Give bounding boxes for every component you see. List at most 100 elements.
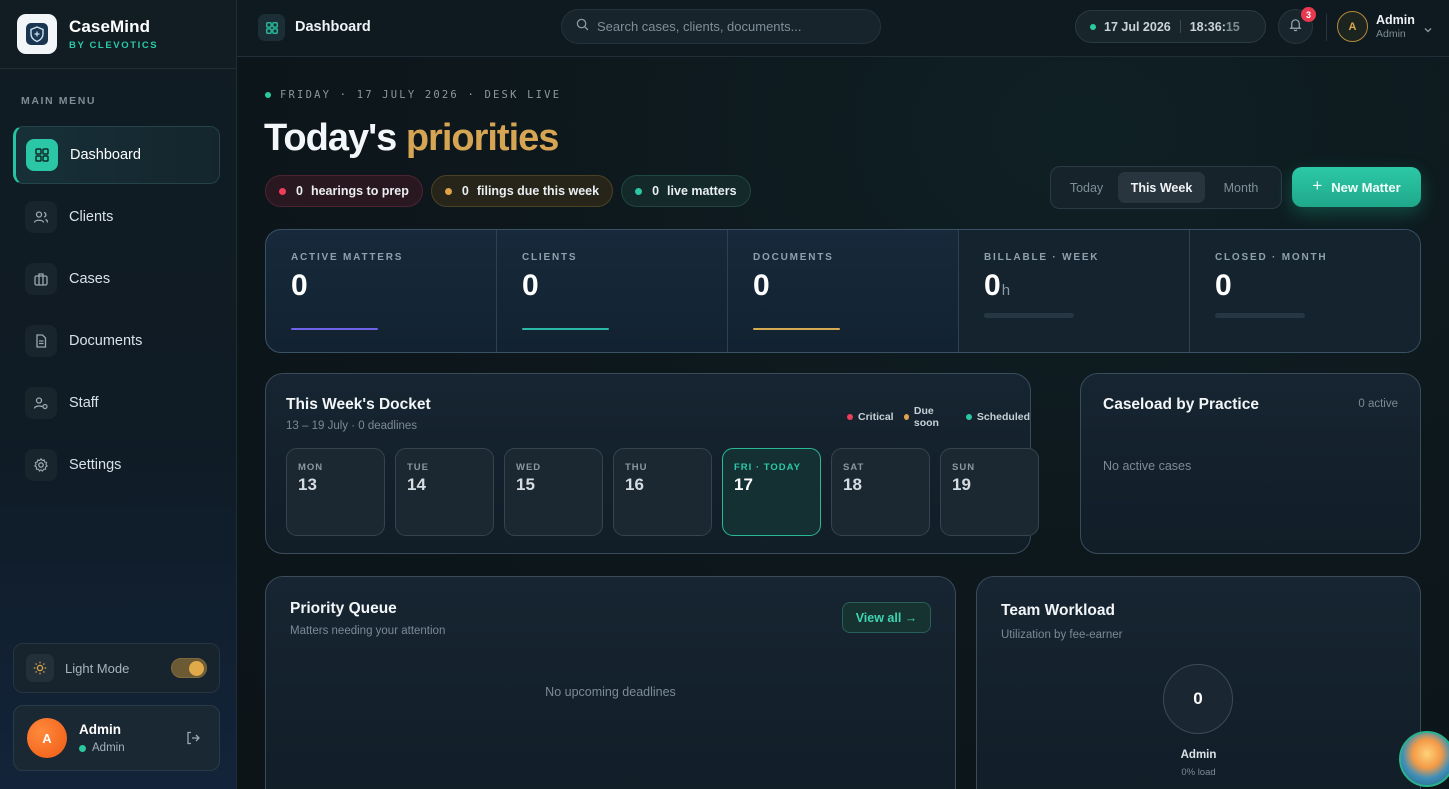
priority-title: Priority Queue <box>290 600 397 617</box>
workload-member-load: 0% load <box>1181 767 1216 778</box>
range-this-week-button[interactable]: This Week <box>1118 172 1205 203</box>
day-name: SUN <box>952 462 976 473</box>
legend-due-soon: Due soon <box>903 405 956 429</box>
search-input[interactable] <box>597 19 857 34</box>
current-time: 18:36: <box>1189 19 1226 34</box>
summary-pills: 0 hearings to prep 0 filings due this we… <box>265 175 759 207</box>
due-soon-dot <box>444 187 452 195</box>
priority-queue-card: Priority Queue Matters needing your atte… <box>265 576 956 789</box>
stat-number: 0 <box>984 269 1001 302</box>
stat-progress-track <box>984 313 1074 318</box>
day-cell[interactable]: SAT 18 <box>831 448 930 536</box>
sidebar-item-cases[interactable]: Cases <box>13 250 220 308</box>
user-menu[interactable]: A Admin Admin <box>1337 11 1415 42</box>
day-cell[interactable]: SUN 19 <box>940 448 1039 536</box>
day-cell[interactable]: TUE 14 <box>395 448 494 536</box>
live-matters-pill[interactable]: 0 live matters <box>621 175 751 207</box>
sidebar-item-label: Settings <box>69 457 122 473</box>
filings-pill[interactable]: 0 filings due this week <box>430 175 614 207</box>
sidebar-item-documents[interactable]: Documents <box>13 312 220 370</box>
priority-empty-state: No upcoming deadlines <box>545 685 676 699</box>
day-number: 14 <box>407 475 426 494</box>
staff-icon <box>25 387 57 419</box>
legend-label: Critical <box>858 411 894 423</box>
sidebar-item-label: Staff <box>69 395 99 411</box>
stats-panel: ACTIVE MATTERS 0 CLIENTS 0 DOCUMENTS 0 B… <box>265 229 1421 353</box>
day-number: 16 <box>625 475 644 494</box>
docket-subtitle: 13 – 19 July · 0 deadlines <box>286 420 418 432</box>
hearings-pill[interactable]: 0 hearings to prep <box>265 175 423 207</box>
grid-icon <box>258 14 285 41</box>
headline: Today's priorities <box>264 117 559 160</box>
sidebar-item-clients[interactable]: Clients <box>13 188 220 246</box>
docket-card: This Week's Docket 13 – 19 July · 0 dead… <box>265 373 1039 554</box>
day-name: SAT <box>843 462 865 473</box>
pill-label: filings due this week <box>476 184 600 198</box>
legend-scheduled: Scheduled <box>965 405 1030 429</box>
scheduled-dot <box>635 187 643 195</box>
search-box <box>561 9 881 44</box>
docket-days: MON 13 TUE 14 WED 15 THU 16 FRI · TODAY 17 SA… <box>286 448 1039 536</box>
briefcase-icon <box>25 263 57 295</box>
date-time-display: 17 Jul 2026 18:36: 15 <box>1075 10 1266 43</box>
stat-label: DOCUMENTS <box>753 252 834 263</box>
workload-member-name: Admin <box>1180 749 1217 761</box>
sidebar-item-staff[interactable]: Staff <box>13 374 220 432</box>
menu-title: MAIN MENU <box>21 95 97 107</box>
stat-clients: CLIENTS 0 <box>497 230 728 352</box>
notifications-button[interactable]: 3 <box>1278 7 1316 44</box>
new-matter-button[interactable]: + New Matter <box>1292 167 1421 207</box>
stat-label: CLOSED · MONTH <box>1215 252 1328 263</box>
user-role-label: Admin <box>92 742 125 754</box>
user-name: Admin <box>1376 13 1415 27</box>
due-soon-dot <box>903 414 909 420</box>
day-cell[interactable]: MON 13 <box>286 448 385 536</box>
separator <box>1179 20 1181 33</box>
users-icon <box>25 201 57 233</box>
chevron-down-icon[interactable] <box>1423 22 1433 40</box>
day-name: TUE <box>407 462 429 473</box>
current-seconds: 15 <box>1225 19 1240 34</box>
range-today-button[interactable]: Today <box>1055 172 1118 203</box>
brand-tagline: BY CLEVOTICS <box>69 40 159 51</box>
day-cell[interactable]: WED 15 <box>504 448 603 536</box>
user-name: Admin <box>79 722 121 737</box>
stat-value: 0 <box>291 269 308 302</box>
divider <box>1326 14 1327 41</box>
range-selector: Today This Week Month <box>1050 166 1282 209</box>
day-cell-today[interactable]: FRI · TODAY 17 <box>722 448 821 536</box>
avatar[interactable]: A <box>27 718 67 758</box>
stat-accent-bar <box>522 328 609 330</box>
sidebar: CaseMind BY CLEVOTICS MAIN MENU Dashboar… <box>0 0 237 789</box>
date-eyebrow: FRIDAY · 17 JULY 2026 · DESK LIVE <box>265 89 561 101</box>
caseload-empty-state: No active cases <box>1103 459 1192 473</box>
team-workload-card: Team Workload Utilization by fee-earner … <box>976 576 1421 789</box>
view-all-button[interactable]: View all → <box>842 602 931 633</box>
day-name: MON <box>298 462 324 473</box>
online-status-dot <box>79 744 86 752</box>
live-status-dot <box>265 92 271 98</box>
caseload-count: 0 active <box>1358 398 1398 410</box>
logout-icon[interactable] <box>185 730 201 751</box>
new-matter-label: New Matter <box>1331 179 1401 195</box>
day-name: THU <box>625 462 648 473</box>
gear-icon <box>25 449 57 481</box>
grid-icon <box>26 139 58 171</box>
stat-value: 0 <box>1215 269 1232 302</box>
range-month-button[interactable]: Month <box>1205 172 1277 203</box>
stat-label: ACTIVE MATTERS <box>291 252 404 263</box>
legend-critical: Critical <box>847 405 894 429</box>
day-cell[interactable]: THU 16 <box>613 448 712 536</box>
docket-legend: Critical Due soon Scheduled <box>837 405 1030 429</box>
assistant-avatar-icon[interactable] <box>1399 731 1449 787</box>
brand-logo-icon[interactable] <box>17 14 57 54</box>
page-title: Dashboard <box>295 19 371 35</box>
light-mode-label: Light Mode <box>65 660 130 676</box>
sidebar-item-dashboard[interactable]: Dashboard <box>13 126 220 184</box>
docket-title: This Week's Docket <box>286 396 431 413</box>
pill-count: 0 <box>652 184 660 198</box>
sidebar-item-settings[interactable]: Settings <box>13 436 220 494</box>
light-mode-toggle[interactable] <box>171 658 207 678</box>
legend-label: Due soon <box>913 405 939 429</box>
brand: CaseMind BY CLEVOTICS <box>0 0 236 69</box>
